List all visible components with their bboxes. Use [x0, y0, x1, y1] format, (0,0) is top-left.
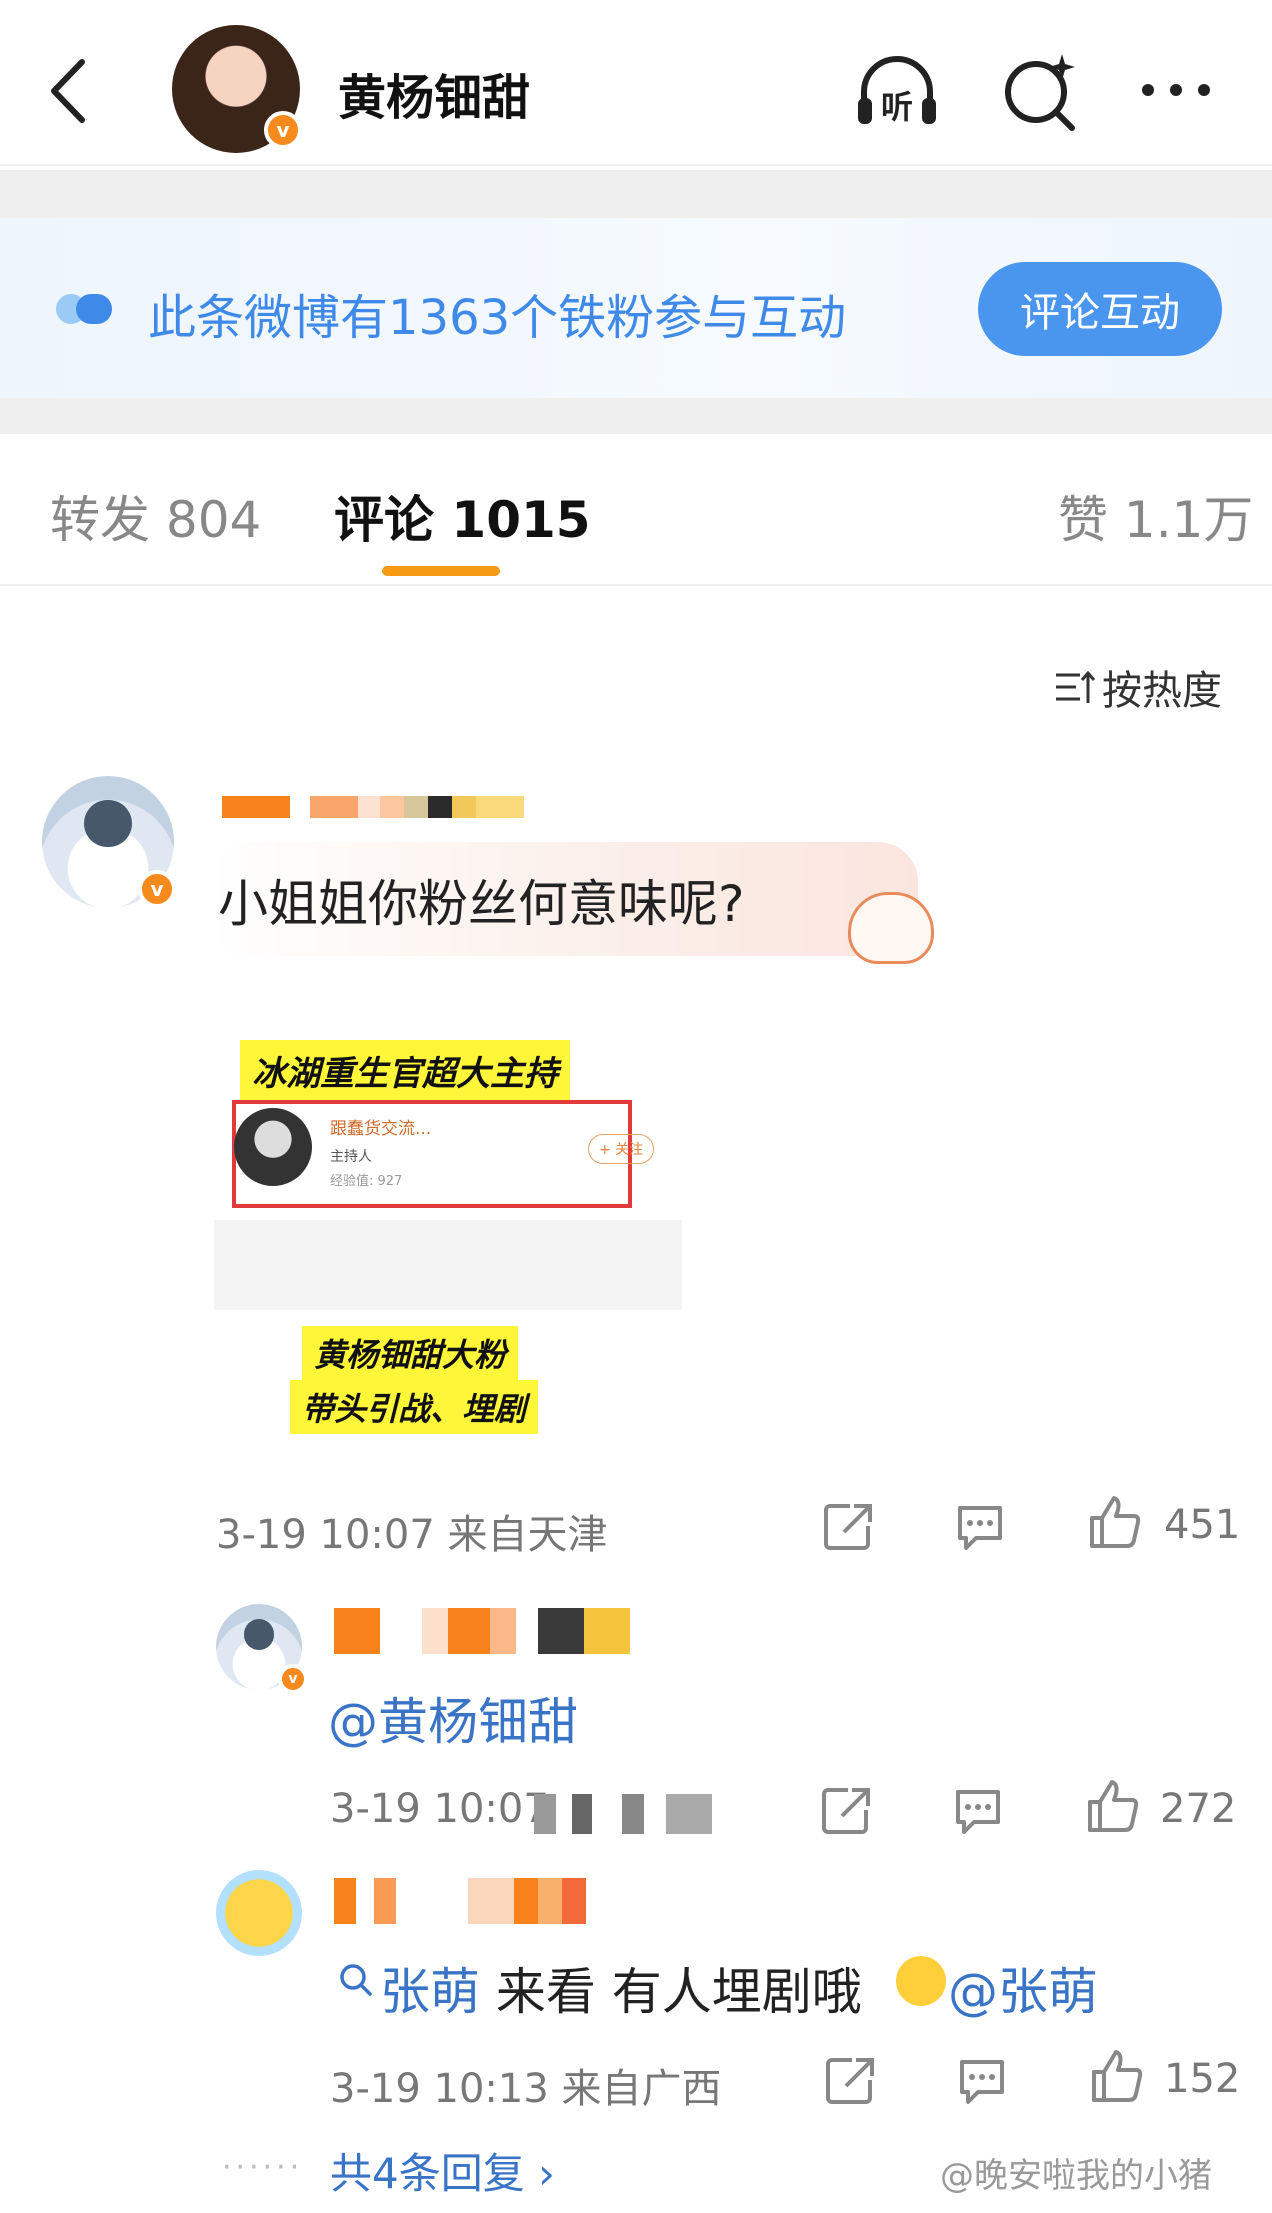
search-topic-icon: [340, 1964, 372, 1996]
listen-glyph: 听: [881, 88, 913, 126]
image-card-name: 跟蠢货交流...: [330, 1119, 432, 1139]
comment-text: 来看 有人埋剧哦: [480, 1963, 878, 2021]
mention-link[interactable]: @张萌: [948, 1952, 1098, 2024]
reply-icon[interactable]: [952, 1498, 1008, 1554]
comment-interact-button[interactable]: 评论互动: [978, 262, 1222, 356]
share-icon[interactable]: [822, 2052, 878, 2108]
top-bar: v 黄杨钿甜 听: [0, 0, 1272, 166]
mention-link[interactable]: @黄杨钿甜: [328, 1682, 578, 1754]
reply-icon[interactable]: [954, 2052, 1010, 2108]
fans-interaction-icon: [56, 294, 112, 324]
view-replies-link[interactable]: 共4条回复 ›: [330, 2140, 555, 2201]
tab-bar: 转发 804 评论 1015 赞 1.1万: [0, 434, 1272, 586]
like-icon[interactable]: [1088, 2048, 1144, 2104]
comment-text: 小姐姐你粉丝何意味呢?: [218, 875, 745, 933]
image-card-exp: 经验值: 927: [330, 1174, 403, 1189]
like-count: 152: [1164, 2056, 1241, 2102]
shy-face-emoji-icon: [896, 1956, 946, 2006]
verified-badge-icon: v: [264, 111, 302, 149]
sort-icon: [1056, 670, 1096, 703]
image-headline: 冰湖重生官超大主持: [240, 1040, 570, 1101]
like-icon[interactable]: [1086, 1494, 1142, 1550]
tab-reposts[interactable]: 转发 804: [50, 480, 261, 552]
blurred-location: [534, 1794, 712, 1834]
blurred-username-pixels: [222, 796, 524, 818]
image-follow: + 关注: [588, 1134, 655, 1164]
divider: [0, 398, 1272, 434]
back-arrow-icon[interactable]: [44, 56, 94, 126]
verified-badge-icon: v: [278, 1664, 308, 1694]
author-avatar[interactable]: v: [172, 25, 302, 153]
comment-time-location: 3-19 10:07 来自天津: [216, 1512, 608, 1558]
comment-image[interactable]: 冰湖重生官超大主持 跟蠢货交流... 主持人 经验值: 927 + 关注 黄杨钿…: [214, 990, 682, 1454]
bubble-decoration-icon: [848, 892, 934, 964]
iron-fans-text: 此条微博有1363个铁粉参与互动: [148, 290, 847, 346]
blurred-username[interactable]: [334, 1608, 630, 1654]
author-name[interactable]: 黄杨钿甜: [338, 58, 530, 128]
image-card-role: 主持人: [330, 1149, 372, 1165]
divider: [0, 170, 1272, 218]
tab-likes[interactable]: 赞 1.1万: [1058, 480, 1253, 552]
reply-icon[interactable]: [950, 1782, 1006, 1838]
blurred-username[interactable]: [334, 1878, 586, 1924]
comment-time-location: 3-19 10:13 来自广西: [330, 2066, 722, 2112]
comment-time-location: 3-19 10:07: [330, 1786, 549, 1832]
image-caption-line1: 黄杨钿甜大粉: [302, 1326, 519, 1380]
reply-thread-dots: ······: [222, 2150, 304, 2185]
sort-label: 按热度: [1102, 668, 1222, 714]
more-icon[interactable]: [1134, 48, 1224, 138]
like-count: 272: [1160, 1786, 1237, 1832]
image-screenshots: [214, 1220, 682, 1310]
tab-comments[interactable]: 评论 1015: [334, 480, 591, 552]
image-avatar: [234, 1108, 312, 1186]
search-topic-link[interactable]: 张萌: [380, 1952, 480, 2024]
active-tab-indicator: [382, 566, 500, 576]
search-sparkle-icon[interactable]: [996, 48, 1086, 138]
like-icon[interactable]: [1084, 1778, 1140, 1834]
image-caption-line2: 带头引战、埋剧: [290, 1380, 539, 1434]
sort-by-hot-button[interactable]: 按热度: [1054, 658, 1222, 716]
watermark: @晚安啦我的小猪: [940, 2156, 1212, 2196]
share-icon[interactable]: [820, 1498, 876, 1554]
verified-badge-icon: v: [138, 870, 176, 908]
commenter-avatar[interactable]: v: [42, 776, 176, 908]
listen-icon[interactable]: 听: [852, 48, 942, 138]
commenter-avatar[interactable]: v: [216, 1604, 308, 1694]
commenter-avatar[interactable]: [216, 1870, 302, 1956]
like-count: 451: [1164, 1502, 1241, 1548]
share-icon[interactable]: [818, 1782, 874, 1838]
